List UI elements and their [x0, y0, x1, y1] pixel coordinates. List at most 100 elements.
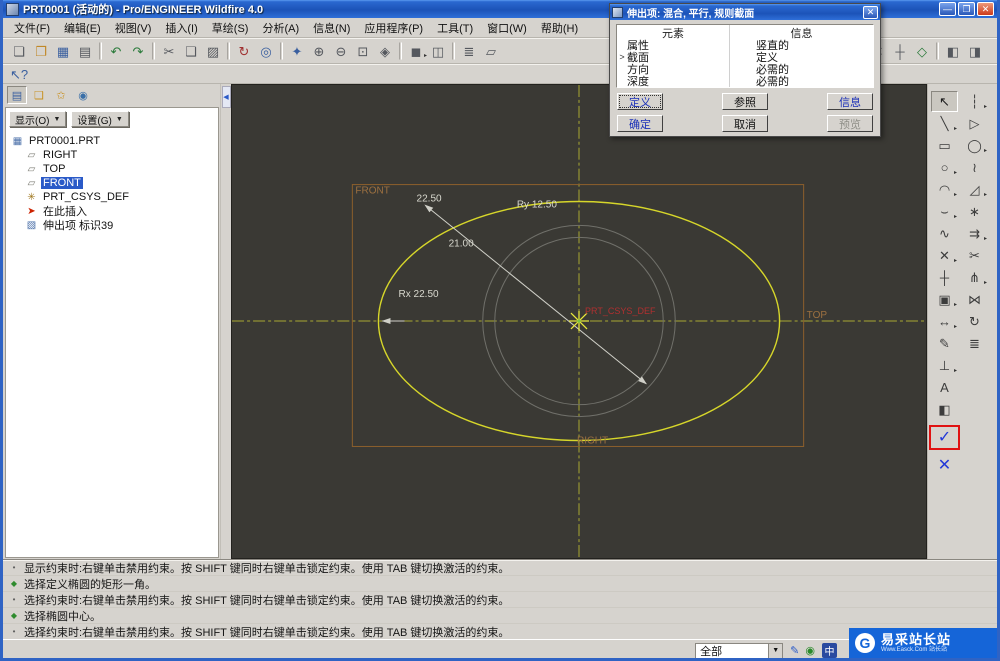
menu-insert[interactable]: 插入(I) [158, 18, 204, 38]
close-window-button[interactable]: ◨ [964, 41, 986, 61]
trim-delete-tool[interactable]: ✂ [961, 245, 988, 266]
menu-view[interactable]: 视图(V) [108, 18, 159, 38]
thicken-tool[interactable]: ≣ [961, 333, 988, 354]
regenerate-button[interactable]: ↻ [233, 41, 255, 61]
dialog-title-bar[interactable]: 伸出项: 混合, 平行, 规则截面 ✕ [610, 4, 880, 20]
cut-button[interactable]: ✂ [158, 41, 180, 61]
line-tool[interactable]: ╲ [931, 113, 958, 134]
centerline-tool[interactable]: ┆ [961, 91, 988, 112]
dimension-tool[interactable]: ↔ [931, 311, 958, 332]
text-tool[interactable]: A [931, 377, 958, 398]
select-tool[interactable]: ↖ [931, 91, 958, 112]
view-manager-button[interactable]: ◫ [427, 41, 449, 61]
graphics-area[interactable]: 22.50 Ry 12.50 21.00 Rx 22.50 FRONT TOP … [231, 84, 927, 559]
copy-button[interactable]: ❑ [180, 41, 202, 61]
refit-button[interactable]: ⊡ [352, 41, 374, 61]
new-file-button[interactable]: ❏ [8, 41, 30, 61]
paste-button[interactable]: ▨ [202, 41, 224, 61]
open-file-button[interactable]: ❐ [30, 41, 52, 61]
use-edge-tool[interactable]: ▣ [931, 289, 958, 310]
rectangle-tool[interactable]: ▭ [931, 135, 958, 156]
filter-select[interactable]: 全部 ▼ [695, 642, 784, 658]
sketch-done-button[interactable]: ✓ [931, 427, 958, 448]
web-status-icon[interactable]: ◉ [805, 644, 815, 657]
menu-file[interactable]: 文件(F) [7, 18, 57, 38]
diagonal-dimension-leader[interactable] [424, 204, 647, 385]
maximize-button[interactable]: ❐ [958, 2, 975, 16]
menu-analysis[interactable]: 分析(A) [255, 18, 306, 38]
sketch-point-tool[interactable]: ∗ [961, 201, 988, 222]
conic-arc-tool[interactable]: ≀ [961, 157, 988, 178]
tree-item-insert-here[interactable]: ➤ 在此插入 [6, 204, 218, 219]
close-button[interactable]: ✕ [977, 2, 994, 16]
menu-info[interactable]: 信息(N) [306, 18, 357, 38]
front-plane-label[interactable]: FRONT [355, 186, 390, 197]
palette-tool[interactable]: ◧ [931, 399, 958, 420]
tree-item-top-plane[interactable]: ▱ TOP [6, 162, 218, 176]
arc-tool[interactable]: ◠ [931, 179, 958, 200]
divide-tool[interactable]: ⋔ [961, 267, 988, 288]
spin-center-toggle[interactable]: ◇ [911, 41, 933, 61]
dimension-value[interactable]: 21.00 [449, 238, 475, 249]
history-tab[interactable]: ◉ [73, 86, 93, 104]
display-style-button[interactable]: ◼ [405, 41, 427, 61]
chamfer-tool[interactable]: ◿ [961, 179, 988, 200]
fillet-tool[interactable]: ⌣ [931, 201, 958, 222]
menu-tools[interactable]: 工具(T) [430, 18, 480, 38]
menu-window[interactable]: 窗口(W) [480, 18, 534, 38]
define-button[interactable]: 定义 [617, 93, 663, 110]
tree-item-csys[interactable]: ✳ PRT_CSYS_DEF [6, 190, 218, 204]
preview-button[interactable]: 预览 [827, 115, 873, 132]
ime-badge[interactable]: 中 [822, 643, 837, 658]
redo-button[interactable]: ↷ [127, 41, 149, 61]
tree-show-button[interactable]: 显示(O) ▼ [9, 111, 67, 127]
menu-applications[interactable]: 应用程序(P) [357, 18, 430, 38]
layers-button[interactable]: ≣ [458, 41, 480, 61]
print-button[interactable]: ▤ [74, 41, 96, 61]
right-plane-label[interactable]: RIGHT [577, 436, 608, 447]
collapse-panel-button[interactable]: ◀ [221, 86, 231, 108]
csys-label[interactable]: PRT_CSYS_DEF [585, 306, 656, 316]
tree-item-part-root[interactable]: ▦ PRT0001.PRT [6, 134, 218, 148]
tree-settings-button[interactable]: 设置(G) ▼ [71, 111, 129, 127]
model-tree-tab[interactable]: ▤ [7, 86, 27, 104]
tree-item-front-plane[interactable]: ▱ FRONT [6, 176, 218, 190]
csys-display-toggle[interactable]: ┼ [889, 41, 911, 61]
new-window-button[interactable]: ◧ [942, 41, 964, 61]
info-button[interactable]: 信息 [827, 93, 873, 110]
tree-item-right-plane[interactable]: ▱ RIGHT [6, 148, 218, 162]
minimize-button[interactable]: — [939, 2, 956, 16]
dimension-value[interactable]: Ry 12.50 [517, 200, 558, 211]
spline-tool[interactable]: ∿ [931, 223, 958, 244]
coordinate-system-tool[interactable]: ┼ [931, 267, 958, 288]
save-button[interactable]: ▦ [52, 41, 74, 61]
zoom-out-button[interactable]: ⊖ [330, 41, 352, 61]
mirror-tool[interactable]: ⋈ [961, 289, 988, 310]
zoom-in-button[interactable]: ⊕ [308, 41, 330, 61]
find-button[interactable]: ◎ [255, 41, 277, 61]
rotate-resize-tool[interactable]: ↻ [961, 311, 988, 332]
dialog-close-button[interactable]: ✕ [863, 5, 878, 19]
modify-dimension-tool[interactable]: ✎ [931, 333, 958, 354]
sketch-quit-button[interactable]: ✕ [931, 455, 958, 476]
regen-status-icon[interactable]: ✎ [790, 644, 799, 657]
cancel-button[interactable]: 取消 [722, 115, 768, 132]
panel-splitter[interactable]: ◀ [220, 84, 231, 559]
favorites-tab[interactable]: ✩ [51, 86, 71, 104]
references-button[interactable]: 参照 [722, 93, 768, 110]
tree-item-protrusion[interactable]: ▧ 伸出项 标识39 [6, 218, 218, 233]
dimension-value[interactable]: Rx 22.50 [398, 289, 439, 300]
folder-browser-tab[interactable]: ❑ [29, 86, 49, 104]
menu-sketch[interactable]: 草绘(S) [205, 18, 256, 38]
context-help-button[interactable]: ↖? [8, 64, 30, 84]
ellipse-tool[interactable]: ◯ [961, 135, 988, 156]
menu-edit[interactable]: 编辑(E) [57, 18, 108, 38]
axis-point-tool[interactable]: ▷ [961, 113, 988, 134]
ok-button[interactable]: 确定 [617, 115, 663, 132]
repaint-button[interactable]: ✦ [286, 41, 308, 61]
menu-help[interactable]: 帮助(H) [534, 18, 585, 38]
reorient-button[interactable]: ◈ [374, 41, 396, 61]
constraint-tool[interactable]: ⊥ [931, 355, 958, 376]
circle-tool[interactable]: ○ [931, 157, 958, 178]
annotations-button[interactable]: ▱ [480, 41, 502, 61]
